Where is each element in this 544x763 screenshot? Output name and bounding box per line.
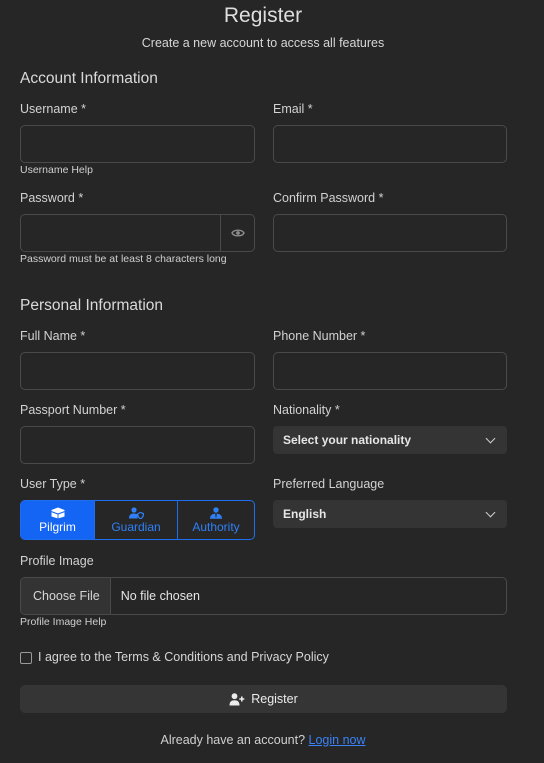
username-help: Username Help	[20, 164, 93, 176]
register-button[interactable]: Register	[20, 685, 507, 713]
file-status-text: No file chosen	[120, 589, 200, 603]
full-name-label: Full Name *	[20, 329, 86, 343]
password-help: Password must be at least 8 characters l…	[20, 253, 227, 265]
passport-input[interactable]	[20, 426, 255, 464]
password-label: Password *	[20, 191, 84, 205]
user-type-pilgrim[interactable]: Pilgrim	[21, 501, 94, 539]
language-select[interactable]: English	[273, 500, 507, 528]
user-type-authority[interactable]: Authority	[177, 501, 254, 539]
password-toggle-button[interactable]	[220, 215, 254, 251]
language-select-value: English	[283, 507, 327, 521]
choose-file-button[interactable]: Choose File	[21, 578, 111, 614]
password-group	[20, 214, 255, 252]
chevron-down-icon	[485, 507, 496, 517]
personal-section-heading: Personal Information	[20, 297, 164, 314]
password-input[interactable]	[21, 215, 220, 251]
page-subtitle: Create a new account to access all featu…	[141, 36, 385, 50]
passport-label: Passport Number *	[20, 403, 126, 417]
nationality-select-value: Select your nationality	[283, 433, 412, 447]
user-type-toggle: Pilgrim Guardian Authority	[20, 500, 255, 540]
phone-label: Phone Number *	[273, 329, 366, 343]
user-type-guardian[interactable]: Guardian	[94, 501, 177, 539]
email-label: Email *	[273, 102, 313, 116]
login-link[interactable]: Login now	[309, 733, 366, 747]
terms-label[interactable]: I agree to the Terms & Conditions and Pr…	[38, 650, 329, 664]
register-button-label: Register	[251, 692, 298, 706]
user-type-pilgrim-label: Pilgrim	[39, 519, 76, 534]
user-shield-icon	[129, 506, 144, 519]
profile-image-input[interactable]: Choose File No file chosen	[20, 577, 507, 615]
nationality-select[interactable]: Select your nationality	[273, 426, 507, 454]
full-name-input[interactable]	[20, 352, 255, 390]
eye-icon	[230, 229, 245, 237]
login-prompt-text: Already have an account?	[160, 733, 306, 747]
username-input[interactable]	[20, 125, 255, 163]
user-tie-icon	[210, 506, 222, 519]
terms-checkbox[interactable]	[20, 652, 32, 664]
confirm-password-input[interactable]	[273, 214, 507, 252]
nationality-label: Nationality *	[273, 403, 340, 417]
confirm-password-label: Confirm Password *	[273, 191, 384, 205]
kaaba-icon	[50, 507, 65, 518]
language-label: Preferred Language	[273, 477, 385, 491]
login-prompt: Already have an account? Login now	[0, 733, 526, 747]
user-plus-icon	[229, 692, 245, 705]
user-type-authority-label: Authority	[192, 519, 240, 534]
profile-image-label: Profile Image	[20, 554, 94, 568]
account-section-heading: Account Information	[20, 70, 158, 87]
page-title: Register	[223, 4, 303, 27]
user-type-guardian-label: Guardian	[111, 519, 161, 534]
username-label: Username *	[20, 102, 86, 116]
chevron-down-icon	[485, 433, 496, 443]
profile-image-help: Profile Image Help	[20, 616, 107, 628]
user-type-label: User Type *	[20, 477, 86, 491]
phone-input[interactable]	[273, 352, 507, 390]
email-input[interactable]	[273, 125, 507, 163]
